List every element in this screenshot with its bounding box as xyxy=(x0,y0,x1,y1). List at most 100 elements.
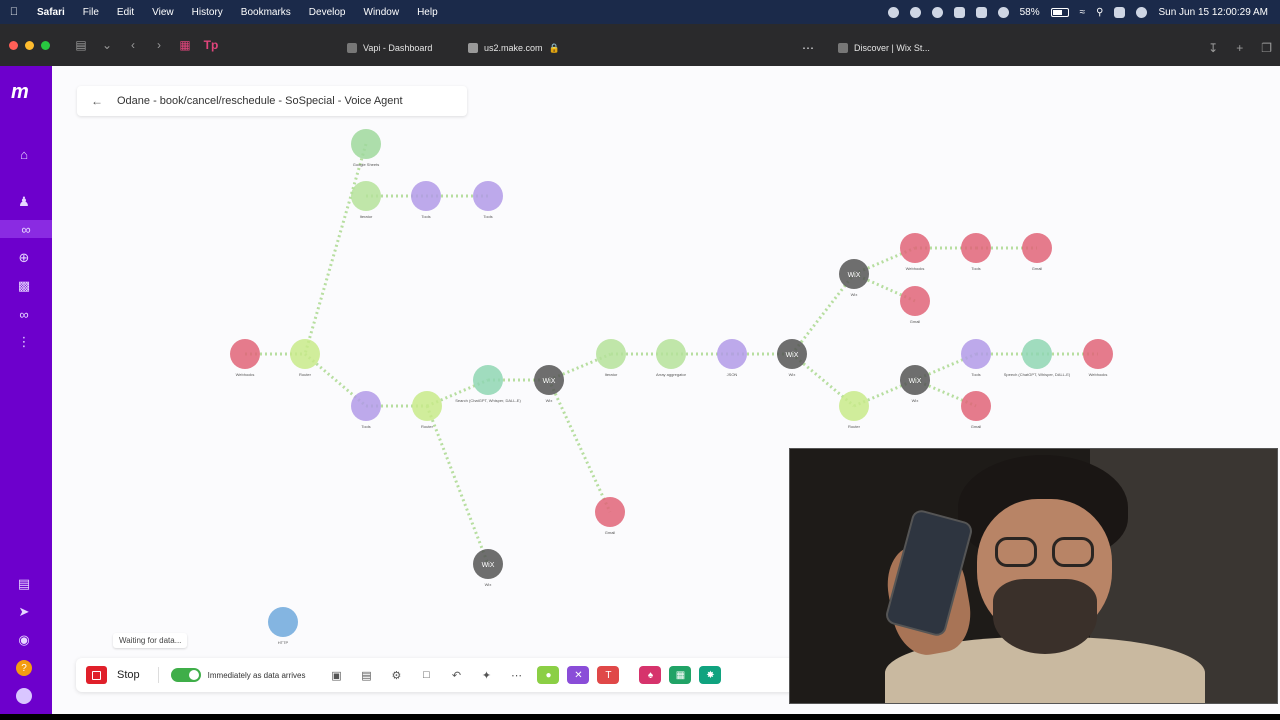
apple-menu-icon[interactable]:  xyxy=(0,6,28,18)
scenario-module[interactable]: Gmail xyxy=(1022,233,1052,271)
menu-develop[interactable]: Develop xyxy=(300,7,355,18)
scenario-module[interactable]: WiX Wix xyxy=(900,365,930,403)
tab-vapi[interactable]: Vapi - Dashboard xyxy=(347,40,432,56)
magic-wand-icon[interactable]: ✦ xyxy=(477,666,495,684)
rocket-icon[interactable]: ➤ xyxy=(15,603,33,621)
module-circle[interactable] xyxy=(900,286,930,316)
module-circle[interactable] xyxy=(351,391,381,421)
settings-gear-icon[interactable]: ⚙ xyxy=(387,666,405,684)
module-circle[interactable] xyxy=(290,339,320,369)
menu-app-name[interactable]: Safari xyxy=(28,7,74,18)
make-logo-icon[interactable]: m xyxy=(11,81,29,104)
menu-edit[interactable]: Edit xyxy=(108,7,143,18)
undo-icon[interactable]: ↶ xyxy=(447,666,465,684)
downloads-icon[interactable]: ↧ xyxy=(1208,41,1218,55)
module-circle[interactable] xyxy=(1083,339,1113,369)
tools-icon[interactable]: ✕ xyxy=(567,666,590,684)
scenario-module[interactable]: Gmail xyxy=(595,497,625,535)
module-circle[interactable] xyxy=(351,129,381,159)
module-circle[interactable] xyxy=(961,233,991,263)
sidebar-toggle-icon[interactable]: ▤ xyxy=(74,38,88,52)
module-circle[interactable] xyxy=(717,339,747,369)
stop-button[interactable]: Stop xyxy=(76,666,150,684)
save-icon[interactable]: ▣ xyxy=(327,666,345,684)
module-circle[interactable] xyxy=(656,339,686,369)
scenario-module[interactable]: Array aggregator xyxy=(656,339,687,377)
connections-icon[interactable]: ⊕ xyxy=(15,249,33,267)
google-sheets-icon[interactable]: ▦ xyxy=(669,666,692,684)
menu-view[interactable]: View xyxy=(143,7,183,18)
control-center-icon[interactable] xyxy=(1114,6,1126,18)
scenario-module[interactable]: Search (ChatGPT, Whisper, DALL-E) xyxy=(455,365,521,403)
scenario-module[interactable]: Tools xyxy=(961,233,991,271)
scenario-module[interactable]: Router xyxy=(412,391,442,429)
scenario-module[interactable]: Webhooks xyxy=(900,233,930,271)
close-window-icon[interactable] xyxy=(9,40,18,50)
tab-wix[interactable]: Discover | Wix St... xyxy=(838,40,930,56)
scenario-module[interactable]: Gmail xyxy=(900,286,930,324)
scenarios-share-icon[interactable]: ∞ xyxy=(0,220,52,238)
flow-control-icon[interactable]: ● xyxy=(537,666,560,684)
more-horizontal-icon[interactable]: ⋯ xyxy=(507,666,525,684)
module-circle[interactable] xyxy=(411,181,441,211)
module-circle[interactable] xyxy=(1022,233,1052,263)
module-circle[interactable] xyxy=(596,339,626,369)
back-arrow-icon[interactable]: ‹ xyxy=(126,38,140,52)
module-circle[interactable] xyxy=(230,339,260,369)
more-vertical-icon[interactable]: ⋮ xyxy=(15,333,33,351)
module-circle[interactable] xyxy=(961,339,991,369)
forward-arrow-icon[interactable]: › xyxy=(152,38,166,52)
more-options-icon[interactable]: ⋯ xyxy=(802,40,814,56)
scenario-module[interactable]: Gmail xyxy=(961,391,991,429)
camera-icon[interactable] xyxy=(975,6,987,18)
scenario-module[interactable]: WiX Wix xyxy=(473,549,503,587)
schedule-toggle[interactable] xyxy=(170,668,201,682)
module-circle[interactable] xyxy=(351,181,381,211)
battery-icon[interactable] xyxy=(1050,7,1069,17)
scenario-module[interactable]: Google Sheets xyxy=(351,129,381,167)
scenario-module[interactable]: HTTP xyxy=(268,607,298,645)
module-circle[interactable] xyxy=(961,391,991,421)
team-icon[interactable]: ♟ xyxy=(15,193,33,211)
module-circle[interactable] xyxy=(900,233,930,263)
user-icon[interactable] xyxy=(953,6,965,18)
scenario-module[interactable]: Webhooks xyxy=(230,339,260,377)
record-icon[interactable] xyxy=(887,6,899,18)
headphones-icon[interactable] xyxy=(997,6,1009,18)
scenario-module[interactable]: WiX Wix xyxy=(534,365,564,403)
scenario-module[interactable]: WiX Wix xyxy=(777,339,807,377)
notes-icon[interactable]: □ xyxy=(417,666,435,684)
module-circle[interactable] xyxy=(473,181,503,211)
new-tab-icon[interactable]: + xyxy=(1236,41,1243,55)
tab-overview-icon[interactable]: ❐ xyxy=(1261,41,1272,55)
scenario-module[interactable]: Speech (ChatGPT, Whisper, DALL-E) xyxy=(1004,339,1071,377)
docs-book-icon[interactable]: ▤ xyxy=(15,575,33,593)
module-circle[interactable] xyxy=(839,391,869,421)
module-circle[interactable] xyxy=(1022,339,1052,369)
module-circle[interactable] xyxy=(595,497,625,527)
webhooks-icon[interactable]: ♠ xyxy=(639,666,662,684)
scheduling-icon[interactable]: ▤ xyxy=(357,666,375,684)
module-circle[interactable] xyxy=(473,365,503,395)
scenario-module[interactable]: Router xyxy=(290,339,320,377)
minimize-window-icon[interactable] xyxy=(25,40,34,50)
apps-grid-icon[interactable]: ▦ xyxy=(178,38,192,52)
siri-icon[interactable] xyxy=(1136,6,1148,18)
tp-extension-icon[interactable]: Tp xyxy=(204,38,219,52)
scenario-module[interactable]: Iterator xyxy=(596,339,626,377)
user-avatar[interactable] xyxy=(16,688,32,704)
menu-window[interactable]: Window xyxy=(355,7,409,18)
menu-file[interactable]: File xyxy=(74,7,108,18)
zoom-window-icon[interactable] xyxy=(41,40,50,50)
menu-bookmarks[interactable]: Bookmarks xyxy=(232,7,300,18)
module-circle[interactable] xyxy=(268,607,298,637)
creative-cloud-icon[interactable] xyxy=(931,6,943,18)
scenario-module[interactable]: Router xyxy=(839,391,869,429)
text-parser-icon[interactable]: T xyxy=(597,666,620,684)
menu-history[interactable]: History xyxy=(183,7,232,18)
menubar-clock[interactable]: Sun Jun 15 12:00:29 AM xyxy=(1158,7,1268,18)
spotlight-search-icon[interactable]: ⚲ xyxy=(1096,7,1103,18)
scenario-module[interactable]: Tools xyxy=(473,181,503,219)
help-icon[interactable]: ? xyxy=(16,660,32,676)
scenario-module[interactable]: Tools xyxy=(961,339,991,377)
